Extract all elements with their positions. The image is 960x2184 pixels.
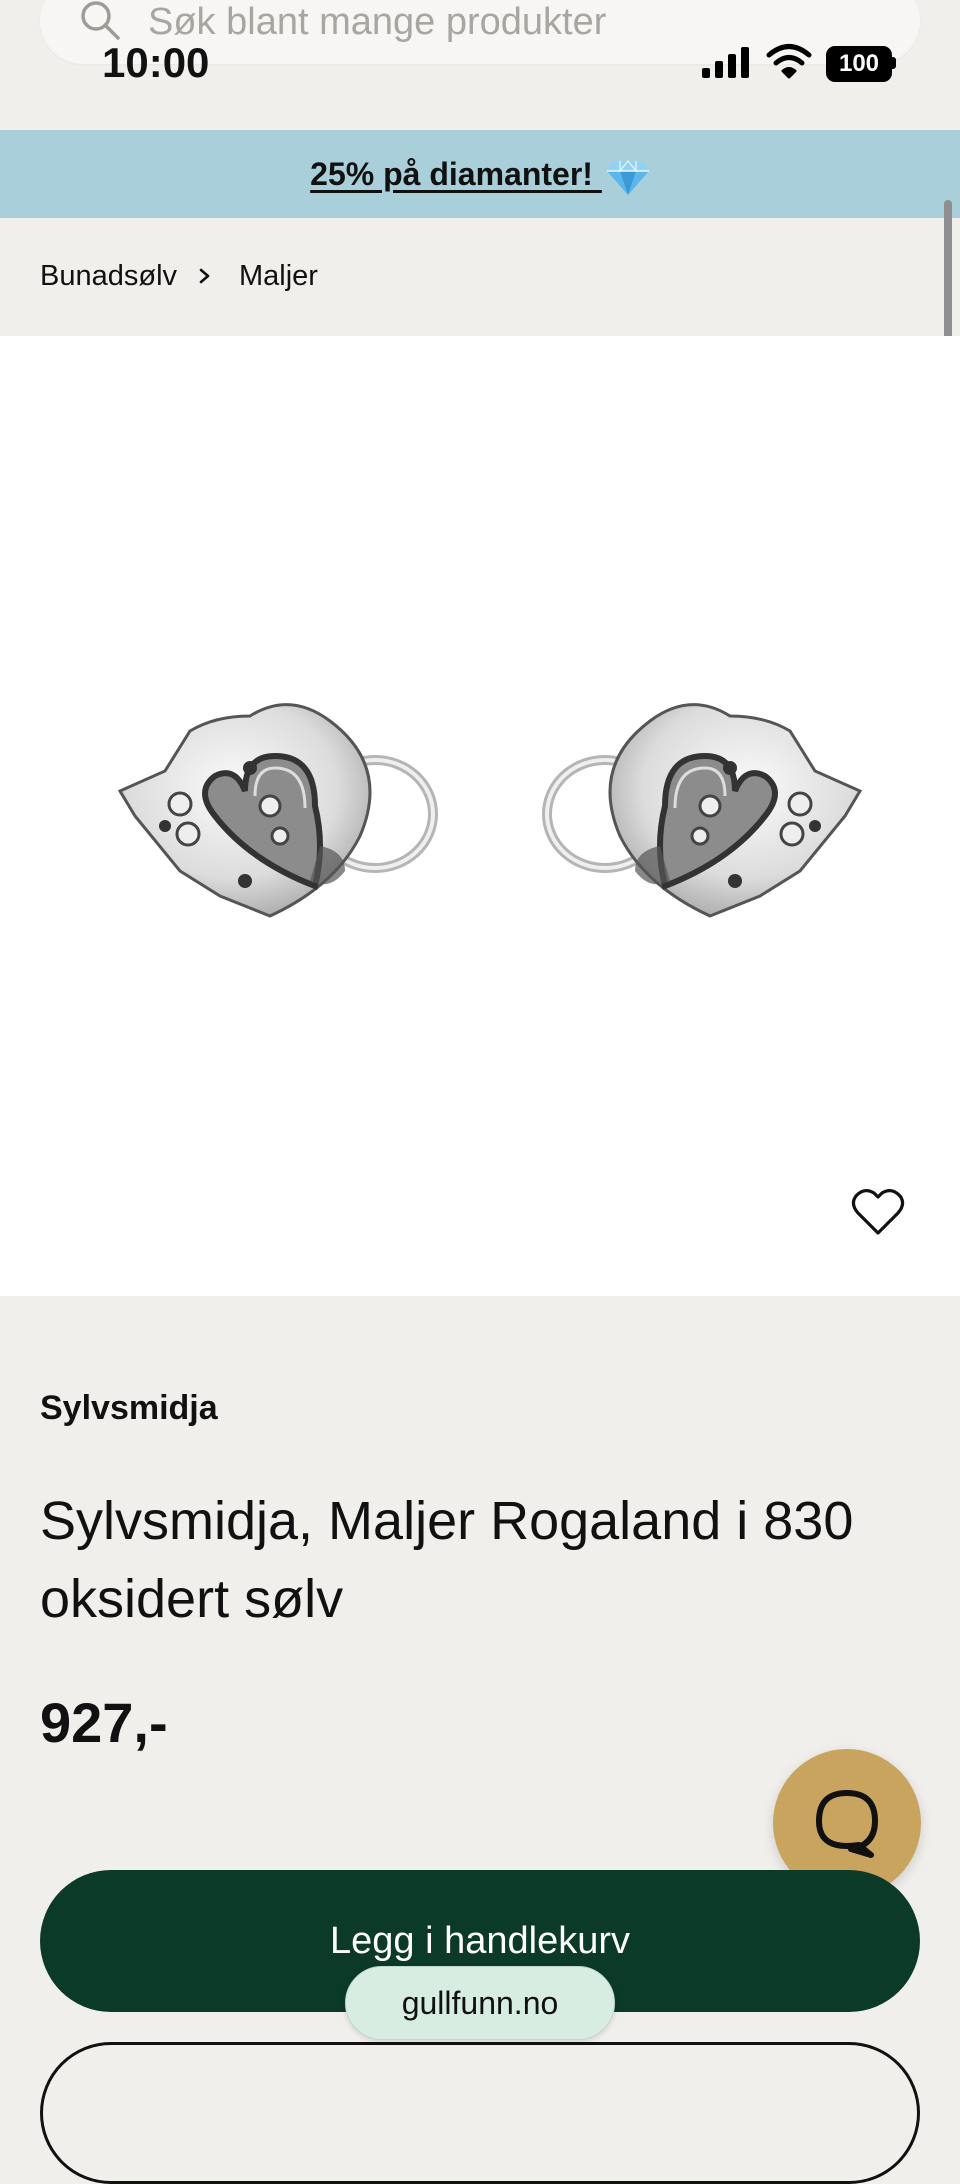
product-title: Sylvsmidja, Maljer Rogaland i 830 okside… bbox=[40, 1491, 854, 1629]
breadcrumb-item-bunadsolv[interactable]: Bunadsølv bbox=[40, 256, 177, 296]
promo-link[interactable]: 25% på diamanter! bbox=[0, 130, 960, 218]
browser-url-pill[interactable]: gullfunn.no bbox=[345, 1966, 615, 2040]
promo-banner[interactable]: 25% på diamanter! bbox=[0, 130, 960, 218]
battery-indicator: 100 bbox=[826, 46, 896, 82]
cellular-signal-icon bbox=[702, 47, 749, 78]
status-time: 10:00 bbox=[102, 39, 210, 86]
chevron-right-icon bbox=[199, 268, 210, 284]
product-price: 927,- bbox=[40, 1691, 168, 1754]
heart-icon[interactable] bbox=[850, 1186, 906, 1238]
product-photo-silver-clasps bbox=[0, 336, 960, 1296]
product-image[interactable] bbox=[0, 336, 960, 1296]
product-brand[interactable]: Sylvsmidja bbox=[40, 1386, 218, 1430]
wifi-icon bbox=[766, 44, 812, 79]
diamond-icon bbox=[606, 159, 649, 195]
battery-cap bbox=[892, 57, 896, 69]
search-input-placeholder[interactable]: Søk blant mange produkter bbox=[148, 0, 606, 44]
promo-text: 25% på diamanter! bbox=[310, 156, 602, 192]
battery-level: 100 bbox=[826, 46, 892, 82]
chat-bubble-icon bbox=[816, 1790, 878, 1858]
top-area: Søk blant mange produkter 10:00 100 bbox=[0, 0, 960, 130]
secondary-action-button[interactable] bbox=[40, 2042, 920, 2184]
breadcrumb-item-maljer[interactable]: Maljer bbox=[239, 256, 318, 296]
breadcrumb: Bunadsølv Maljer bbox=[0, 218, 960, 336]
